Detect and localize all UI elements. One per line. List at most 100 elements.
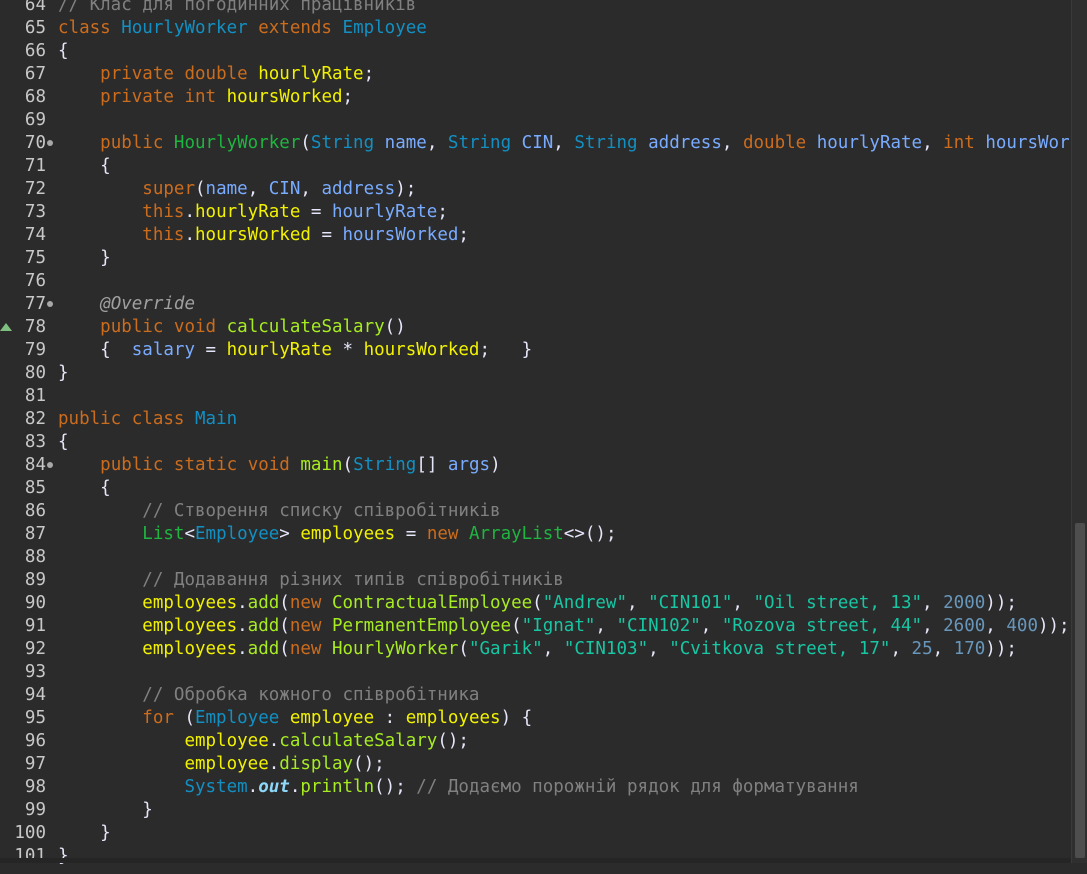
code-text[interactable]: super(name, CIN, address); (58, 178, 416, 201)
code-text[interactable]: } (58, 362, 69, 385)
code-line[interactable]: 96 employee.calculateSalary(); (0, 730, 1071, 753)
code-token: . (184, 202, 195, 222)
code-text[interactable]: List<Employee> employees = new ArrayList… (58, 523, 616, 546)
code-text[interactable]: employee.display(); (58, 753, 384, 776)
code-line[interactable]: 64 // Клас для погодинних працівників (0, 0, 1071, 17)
code-token: hoursWorked (226, 87, 343, 107)
code-text[interactable]: // Створення списку співробітників (58, 500, 500, 523)
code-line[interactable]: 100 } (0, 822, 1071, 845)
horizontal-scrollbar[interactable] (0, 858, 1071, 863)
code-token: , (595, 616, 617, 636)
code-line[interactable]: 95 for (Employee employee : employees) { (0, 707, 1071, 730)
override-marker-icon[interactable] (0, 323, 12, 331)
code-line[interactable]: 81 (0, 385, 1071, 408)
code-line[interactable]: 80} (0, 362, 1071, 385)
code-line[interactable]: 70 public HourlyWorker(String name, Stri… (0, 132, 1071, 155)
gutter (46, 546, 57, 569)
code-line[interactable]: 65 class HourlyWorker extends Employee (0, 17, 1071, 40)
code-text[interactable]: for (Employee employee : employees) { (58, 707, 532, 730)
code-line[interactable]: 91 employees.add(new PermanentEmployee("… (0, 615, 1071, 638)
code-text[interactable]: System.out.println(); // Додаємо порожні… (58, 776, 858, 799)
code-text[interactable]: class HourlyWorker extends Employee (58, 17, 427, 40)
code-text[interactable]: private int hoursWorked; (58, 86, 353, 109)
code-text[interactable]: { (58, 477, 111, 500)
code-text[interactable]: { (58, 40, 69, 63)
code-editor[interactable]: 64 // Клас для погодинних працівників 65 cl… (0, 0, 1071, 874)
gutter (46, 776, 57, 799)
code-line[interactable]: 82 public class Main (0, 408, 1071, 431)
code-line[interactable]: 92 employees.add(new HourlyWorker("Garik… (0, 638, 1071, 661)
code-text[interactable]: employee.calculateSalary(); (58, 730, 469, 753)
code-line[interactable]: 94 // Обробка кожного співробітника (0, 684, 1071, 707)
code-line[interactable]: 85 { (0, 477, 1071, 500)
code-text[interactable]: { salary = hourlyRate * hoursWorked; } (58, 339, 532, 362)
code-token: } (142, 800, 153, 820)
code-line[interactable]: 71 { (0, 155, 1071, 178)
code-line[interactable]: 99 } (0, 799, 1071, 822)
code-line[interactable]: 66 { (0, 40, 1071, 63)
code-line[interactable]: 77 @Override (0, 293, 1071, 316)
code-token: * (331, 340, 364, 360)
vertical-scrollbar[interactable] (1071, 0, 1087, 863)
code-line[interactable]: 87 List<Employee> employees = new ArrayL… (0, 523, 1071, 546)
code-line[interactable]: 76 (0, 270, 1071, 293)
code-token: CIN (268, 179, 301, 199)
code-text[interactable]: { (58, 155, 111, 178)
line-number: 79 (24, 340, 46, 360)
code-line[interactable]: 93 (0, 661, 1071, 684)
fold-toggle-icon[interactable] (47, 301, 53, 307)
code-line[interactable]: 98 System.out.println(); // Додаємо поро… (0, 776, 1071, 799)
code-text[interactable]: } (58, 822, 111, 845)
code-line[interactable]: 79 { salary = hourlyRate * hoursWorked; … (0, 339, 1071, 362)
code-text[interactable]: // Додавання різних типів співробітників (58, 569, 563, 592)
code-line[interactable]: 101} (0, 845, 1071, 868)
code-text[interactable]: employees.add(new ContractualEmployee("A… (58, 592, 1017, 615)
code-text[interactable]: } (58, 799, 153, 822)
code-text[interactable]: employees.add(new PermanentEmployee("Ign… (58, 615, 1069, 638)
code-line[interactable]: 74 this.hoursWorked = hoursWorked; (0, 224, 1071, 247)
code-token: employees (405, 708, 501, 728)
code-line[interactable]: 84 public static void main(String[] args… (0, 454, 1071, 477)
code-line[interactable]: 69 (0, 109, 1071, 132)
code-line[interactable]: 90 employees.add(new ContractualEmployee… (0, 592, 1071, 615)
code-text[interactable]: } (58, 247, 111, 270)
code-text[interactable]: public static void main(String[] args) (58, 454, 501, 477)
fold-toggle-icon[interactable] (47, 140, 53, 146)
code-token: 2000 (943, 593, 986, 613)
scrollbar-thumb[interactable] (1075, 523, 1085, 858)
code-token: { (100, 478, 111, 498)
code-line[interactable]: 67 private double hourlyRate; (0, 63, 1071, 86)
code-token: println (300, 777, 375, 797)
code-text[interactable]: this.hourlyRate = hourlyRate; (58, 201, 448, 224)
code-token: , (721, 133, 743, 153)
code-line[interactable]: 78 public void calculateSalary() (0, 316, 1071, 339)
code-token: ) (490, 455, 501, 475)
code-text[interactable]: @Override (58, 293, 195, 316)
code-text[interactable]: private double hourlyRate; (58, 63, 374, 86)
code-line[interactable]: 72 super(name, CIN, address); (0, 178, 1071, 201)
code-text[interactable]: public HourlyWorker(String name, String … (58, 132, 1071, 155)
code-line[interactable]: 88 (0, 546, 1071, 569)
line-number: 65 (24, 18, 46, 38)
code-text[interactable]: public class Main (58, 408, 237, 431)
code-text[interactable]: public void calculateSalary() (58, 316, 406, 339)
code-line[interactable]: 89 // Додавання різних типів співробітни… (0, 569, 1071, 592)
code-text[interactable]: } (58, 845, 69, 868)
code-token: "Cvitkova street, 17" (669, 639, 891, 659)
code-text[interactable]: { (58, 431, 69, 454)
code-line[interactable]: 83 { (0, 431, 1071, 454)
code-text[interactable]: this.hoursWorked = hoursWorked; (58, 224, 469, 247)
fold-toggle-icon[interactable] (47, 462, 53, 468)
code-token: new (289, 639, 322, 659)
code-line[interactable]: 73 this.hourlyRate = hourlyRate; (0, 201, 1071, 224)
code-text[interactable]: // Обробка кожного співробітника (58, 684, 479, 707)
code-line[interactable]: 68 private int hoursWorked; (0, 86, 1071, 109)
code-text[interactable]: employees.add(new HourlyWorker("Garik", … (58, 638, 1017, 661)
code-line[interactable]: 97 employee.display(); (0, 753, 1071, 776)
code-token: , (890, 639, 912, 659)
code-line[interactable]: 75 } (0, 247, 1071, 270)
code-line[interactable]: 86 // Створення списку співробітників (0, 500, 1071, 523)
code-text[interactable]: // Клас для погодинних працівників (58, 0, 416, 17)
